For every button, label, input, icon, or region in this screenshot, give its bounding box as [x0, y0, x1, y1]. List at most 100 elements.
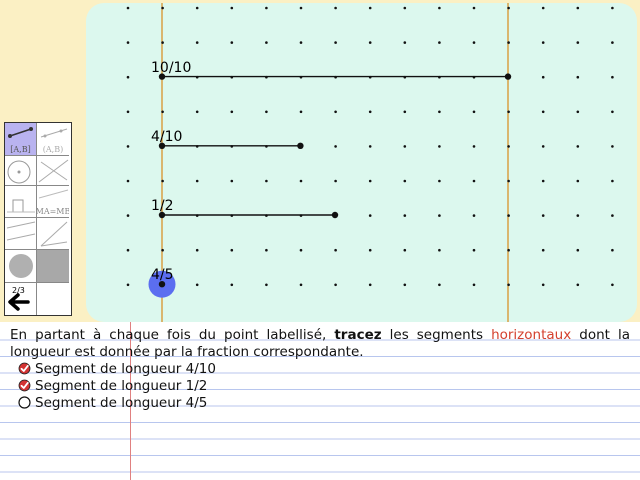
back-arrow-icon[interactable] — [6, 292, 32, 316]
grid-dot — [299, 110, 303, 114]
instruction-red: horizontaux — [491, 327, 572, 343]
segment-tool-label: [A,B] — [10, 145, 31, 154]
grid-dot — [472, 179, 476, 183]
midpoint-tool[interactable]: MA=MB — [37, 186, 69, 218]
geometry-canvas[interactable]: 10/10 4/10 1/2 4/5 — [86, 3, 637, 322]
grid-dot — [265, 283, 268, 287]
grid-dot — [334, 41, 337, 44]
grid-dot — [541, 248, 545, 252]
grid-dot — [126, 248, 130, 252]
grid-dot — [576, 110, 580, 114]
grid-dot — [507, 248, 510, 252]
grid-dot — [472, 145, 476, 148]
segment-end-point — [297, 142, 304, 149]
grid-dot — [472, 214, 476, 217]
grid-dot — [230, 179, 234, 183]
grid-dot — [438, 283, 441, 287]
grid-dot — [230, 248, 234, 252]
parallel-tool[interactable] — [5, 218, 37, 250]
task-item: Segment de longueur 4/10 — [18, 360, 216, 377]
grid-dot — [611, 214, 614, 217]
segment-end-point — [504, 73, 512, 80]
grid-dot — [161, 41, 164, 44]
angle-tool[interactable] — [37, 218, 69, 250]
compass-tool[interactable] — [5, 250, 37, 283]
perpendicular-tool[interactable] — [5, 186, 37, 218]
grid-dot — [576, 283, 580, 287]
grid-dot — [265, 179, 268, 183]
empty-tool-cell — [37, 283, 69, 315]
grid-dot — [576, 6, 580, 10]
ray-tool-label: (A,B) — [42, 145, 64, 154]
fraction-label-4-10: 4/10 — [151, 129, 183, 145]
grid-dot — [299, 6, 303, 10]
grid-dot — [576, 179, 580, 183]
grid-dot — [126, 41, 130, 44]
grid-dot — [161, 179, 164, 183]
grid-dot — [265, 248, 268, 252]
grid-dot — [541, 75, 545, 79]
grid-dot — [126, 145, 130, 148]
segment-tool[interactable]: [A,B] — [5, 123, 37, 156]
check-circle-icon — [18, 362, 31, 375]
grid-dot — [403, 41, 407, 44]
grid-dot — [403, 6, 407, 10]
grid-dot — [576, 75, 580, 79]
grid-dot — [611, 145, 614, 148]
grid-dot — [541, 110, 545, 114]
grid-dot — [403, 214, 407, 217]
segment-end-point — [331, 211, 339, 219]
grid-dot — [161, 110, 164, 114]
grid-dot — [472, 110, 476, 114]
circle-tool[interactable] — [5, 156, 37, 186]
grid-dot — [126, 214, 130, 217]
grid-dot — [299, 179, 303, 183]
grid-dot — [507, 283, 510, 287]
grid-dot — [265, 41, 268, 44]
grid-dot — [472, 41, 476, 44]
grid-dot — [265, 110, 268, 114]
check-circle-icon — [18, 379, 31, 392]
grid-dot — [438, 145, 441, 148]
grid-dot — [507, 145, 510, 148]
grid-dot — [368, 179, 372, 183]
grid-dot — [541, 6, 545, 10]
task-item: Segment de longueur 1/2 — [18, 377, 207, 394]
grid-dot — [438, 110, 441, 114]
grid-dot — [541, 283, 545, 287]
grid-dot — [541, 179, 545, 183]
grid-dot — [265, 6, 268, 10]
grid-dot — [161, 248, 164, 252]
grid-dot — [403, 248, 407, 252]
grid-dot — [403, 110, 407, 114]
grid-dot — [334, 179, 337, 183]
instruction-text: En partant à chaque fois du point labell… — [10, 327, 630, 361]
grid-dot — [611, 75, 614, 79]
grid-dot — [230, 283, 234, 287]
grid-dot — [541, 145, 545, 148]
grid-dot — [611, 6, 614, 10]
grid-dot — [507, 41, 510, 44]
midpoint-tool-label: MA=MB — [37, 207, 69, 216]
task-item: Segment de longueur 4/5 — [18, 394, 207, 411]
grid-dot — [126, 179, 130, 183]
grid-dot — [438, 214, 441, 217]
grid-dot — [611, 41, 614, 44]
grid-dot — [299, 41, 303, 44]
grid-dot — [368, 283, 372, 287]
instruction-bold: tracez — [334, 327, 382, 343]
fraction-label-1-2: 1/2 — [151, 198, 174, 214]
grid-dot — [368, 214, 372, 217]
grid-dot — [368, 41, 372, 44]
line-tool[interactable] — [37, 156, 69, 186]
grid-dot — [438, 248, 441, 252]
task-label: Segment de longueur 4/10 — [35, 360, 216, 377]
empty-circle-icon — [18, 396, 31, 409]
eraser-tool[interactable] — [37, 250, 69, 283]
grid-dot — [126, 110, 130, 114]
task-label: Segment de longueur 4/5 — [35, 394, 208, 411]
ray-tool[interactable]: (A,B) — [37, 123, 69, 156]
grid-dot — [541, 41, 545, 44]
grid-dot — [576, 41, 580, 44]
grid-dot — [334, 283, 337, 287]
